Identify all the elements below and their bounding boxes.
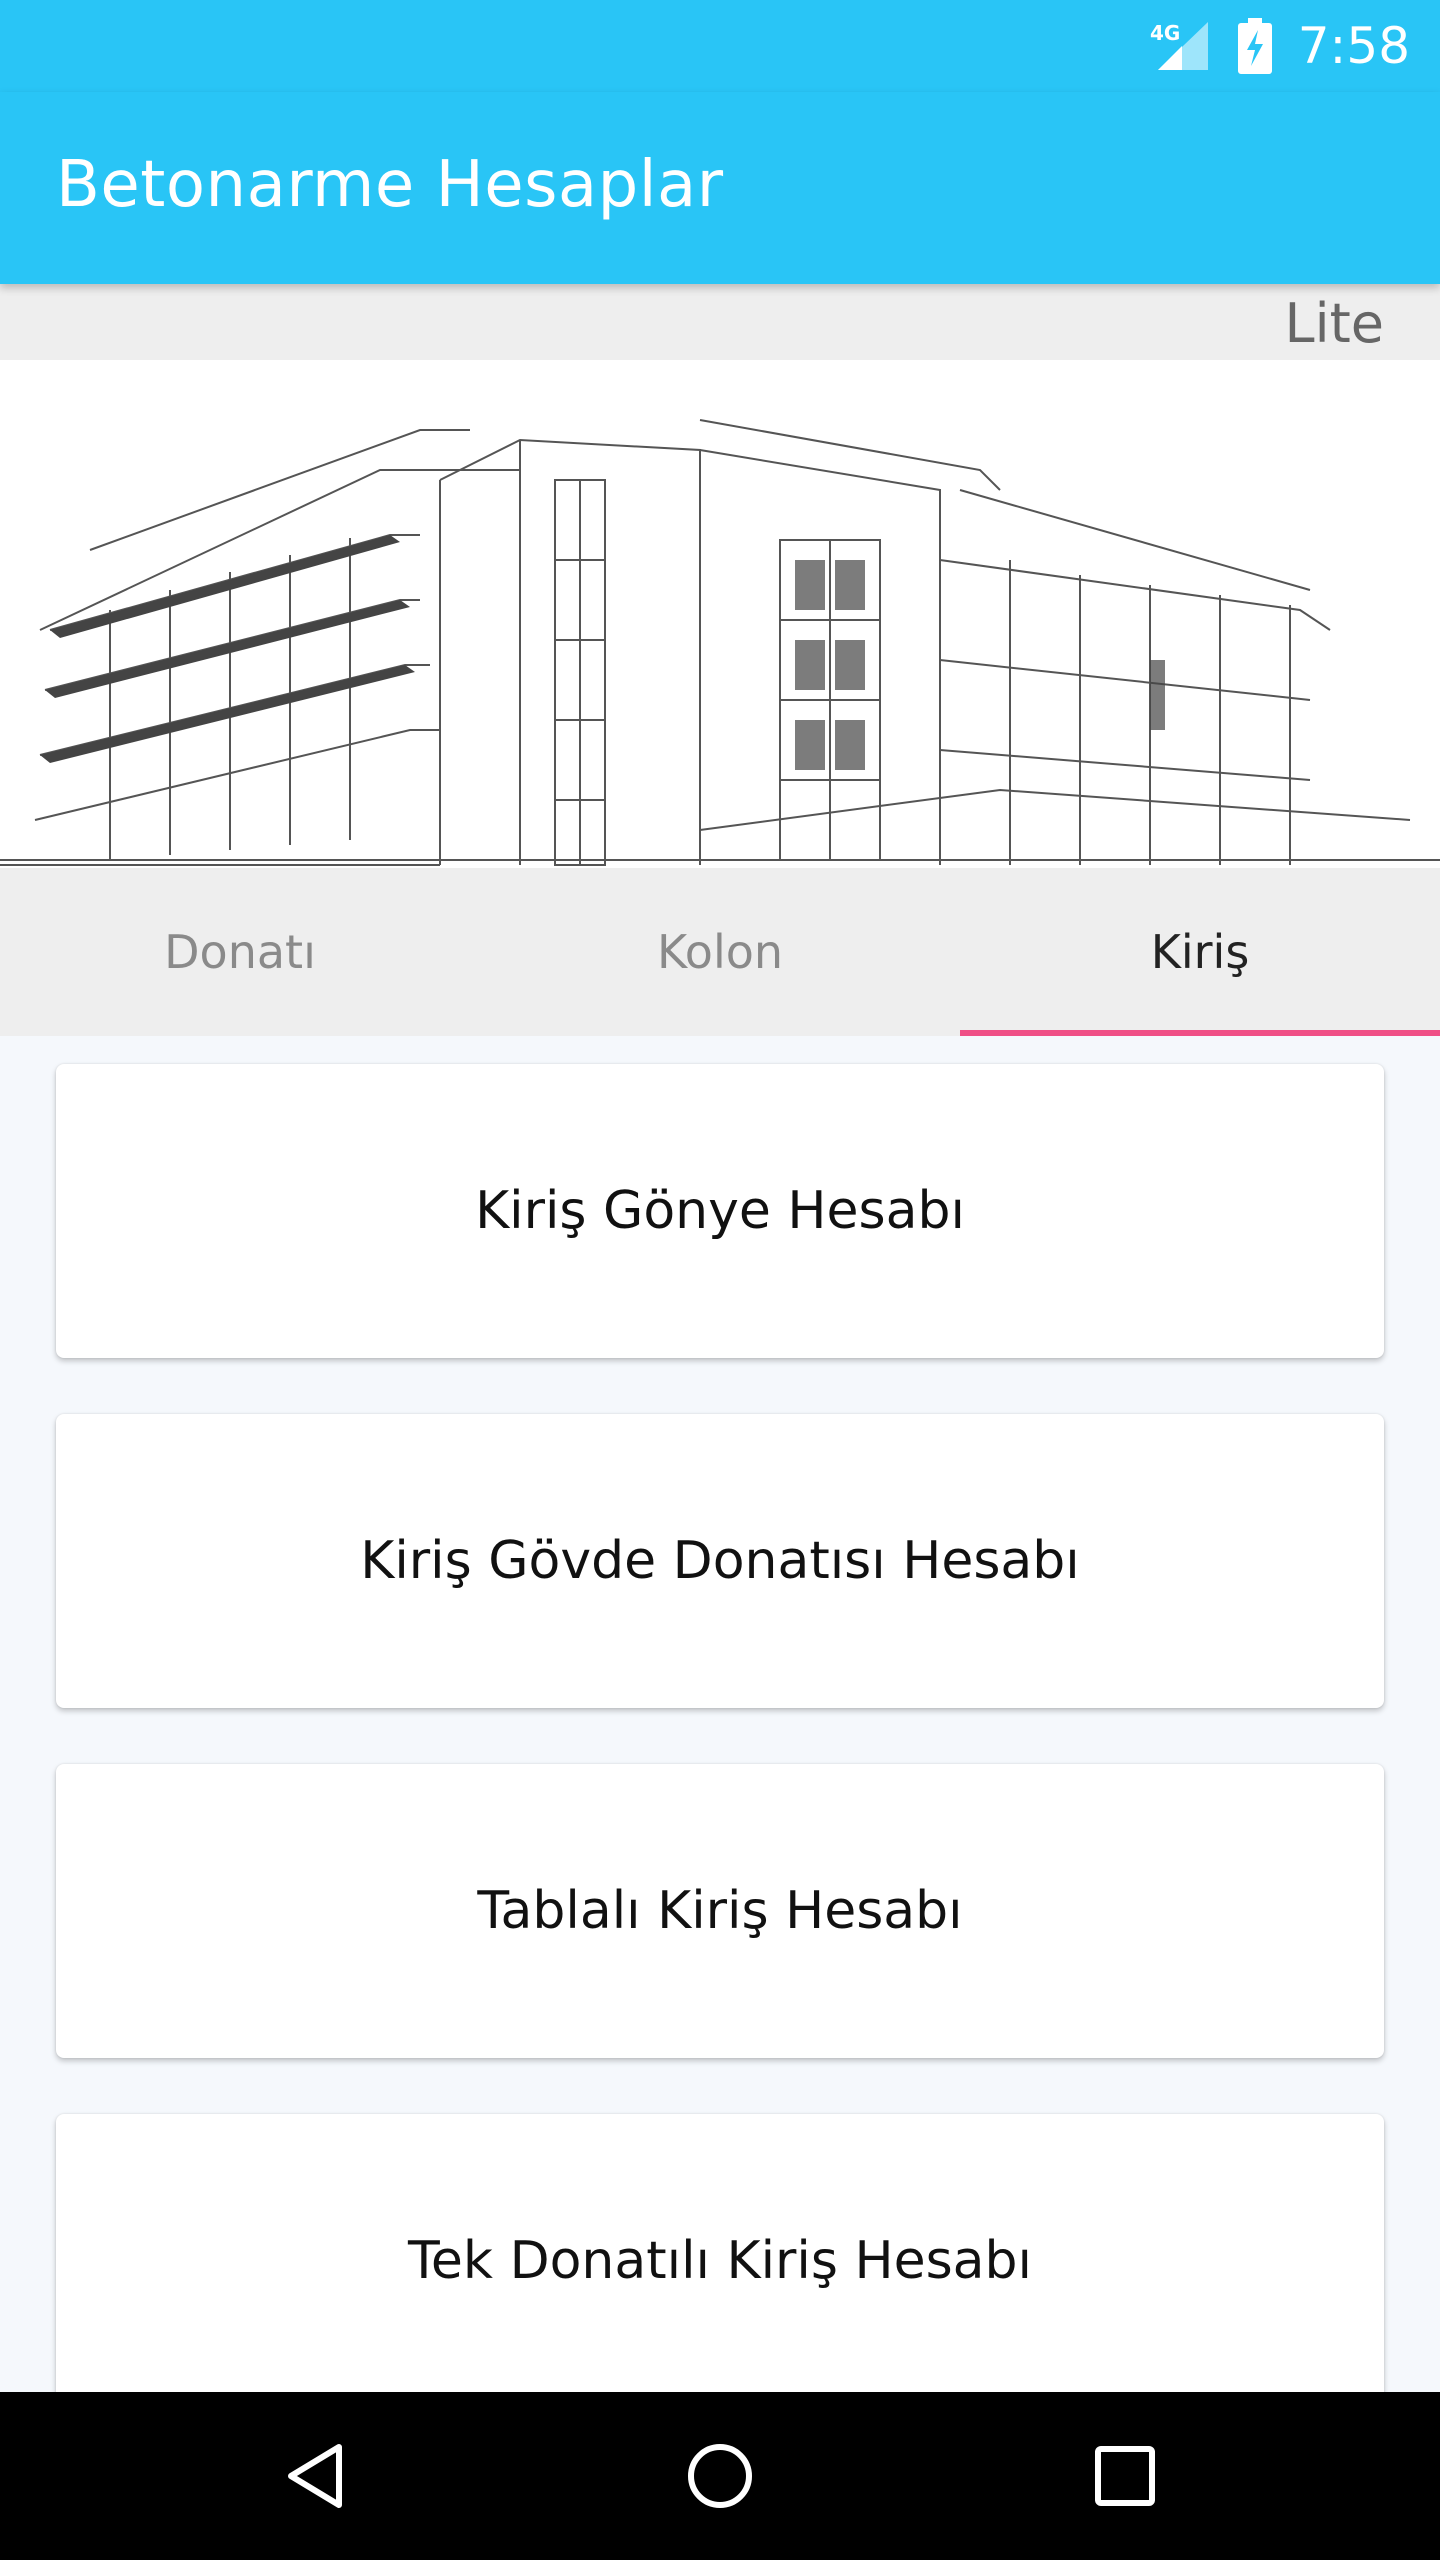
recents-icon xyxy=(1095,2446,1155,2506)
building-sketch-icon xyxy=(0,419,1440,866)
app-bar: Betonarme Hesaplar xyxy=(0,92,1440,284)
signal-icon: 4G xyxy=(1150,21,1208,70)
back-icon xyxy=(288,2444,342,2508)
tab-kolon[interactable]: Kolon xyxy=(480,868,960,1036)
card-label: Tablalı Kiriş Hesabı xyxy=(477,1881,963,1941)
tab-bar: Donatı Kolon Kiriş xyxy=(0,868,1440,1036)
card-label: Tek Donatılı Kiriş Hesabı xyxy=(408,2231,1032,2291)
edition-label: Lite xyxy=(1284,292,1384,355)
hero-image xyxy=(0,360,1440,868)
home-button[interactable] xyxy=(610,2392,830,2560)
svg-text:4G: 4G xyxy=(1150,21,1180,45)
card-tablali-kiris[interactable]: Tablalı Kiriş Hesabı xyxy=(56,1764,1384,2058)
status-icons: 4G 7:58 xyxy=(1148,12,1410,80)
edition-strip: Lite xyxy=(0,284,1440,360)
card-kiris-gonye[interactable]: Kiriş Gönye Hesabı xyxy=(56,1064,1384,1358)
back-button[interactable] xyxy=(205,2392,425,2560)
card-label: Kiriş Gönye Hesabı xyxy=(475,1181,965,1241)
battery-charging-icon xyxy=(1237,18,1272,74)
card-tek-donatili-kiris[interactable]: Tek Donatılı Kiriş Hesabı xyxy=(56,2114,1384,2392)
navigation-bar xyxy=(0,2392,1440,2560)
recents-button[interactable] xyxy=(1015,2392,1235,2560)
card-label: Kiriş Gövde Donatısı Hesabı xyxy=(360,1531,1080,1591)
card-kiris-govde-donatisi[interactable]: Kiriş Gövde Donatısı Hesabı xyxy=(56,1414,1384,1708)
home-icon xyxy=(688,2444,752,2508)
tab-donati[interactable]: Donatı xyxy=(0,868,480,1036)
card-list[interactable]: Kiriş Gönye Hesabı Kiriş Gövde Donatısı … xyxy=(0,1036,1440,2392)
app-title: Betonarme Hesaplar xyxy=(56,148,724,222)
tab-kiris[interactable]: Kiriş xyxy=(960,868,1440,1036)
status-time: 7:58 xyxy=(1297,17,1410,75)
status-bar: 4G 7:58 xyxy=(0,0,1440,92)
